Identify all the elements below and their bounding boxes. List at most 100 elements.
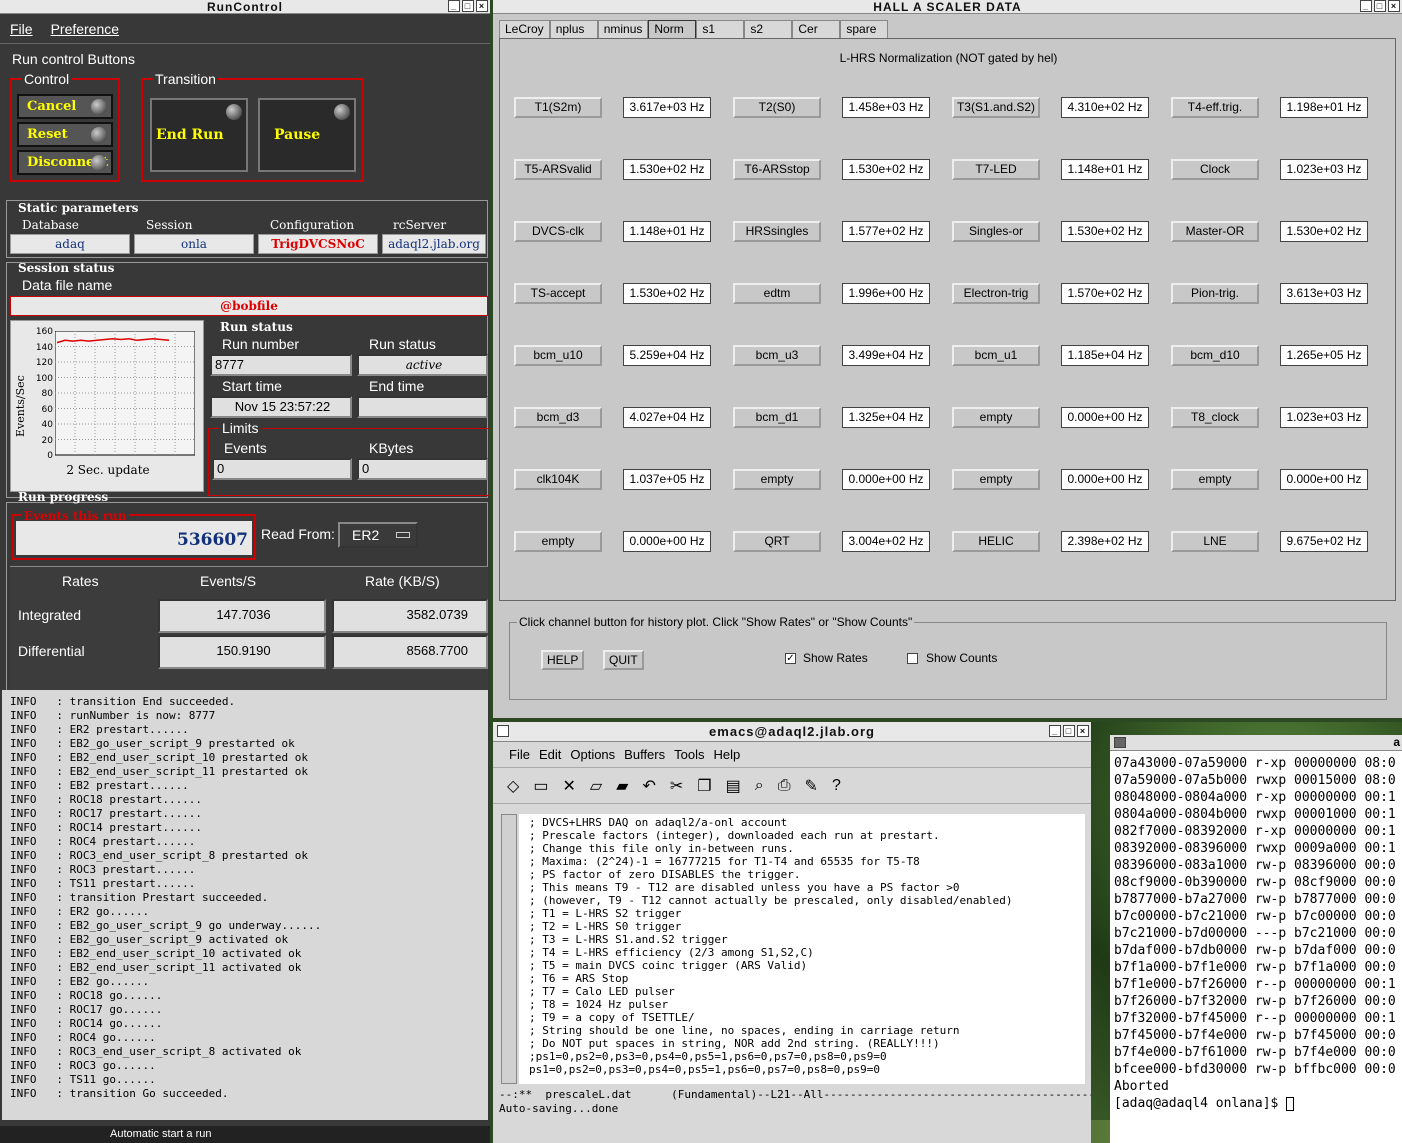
- events-limit-input[interactable]: 0: [212, 458, 352, 480]
- channel-value[interactable]: 1.037e+05 Hz: [623, 469, 711, 490]
- channel-button[interactable]: empty: [952, 407, 1040, 428]
- tab-lecroy[interactable]: LeCroy: [499, 20, 550, 38]
- channel-value[interactable]: 1.185e+04 Hz: [1061, 345, 1149, 366]
- channel-value[interactable]: 1.570e+02 Hz: [1061, 283, 1149, 304]
- show-counts-checkbox[interactable]: [907, 653, 918, 664]
- channel-value[interactable]: 0.000e+00 Hz: [842, 469, 930, 490]
- channel-button[interactable]: Master-OR: [1171, 221, 1259, 242]
- cut-icon[interactable]: ✂: [670, 776, 683, 796]
- emacs-titlebar[interactable]: emacs@adaql2.jlab.org _ □ ×: [493, 722, 1091, 742]
- channel-value[interactable]: 1.530e+02 Hz: [842, 159, 930, 180]
- minimize-icon[interactable]: _: [1049, 725, 1061, 737]
- xterm-titlebar[interactable]: a: [1110, 735, 1402, 751]
- emacs-buffer-text[interactable]: ; DVCS+LHRS DAQ on adaql2/a-onl account …: [519, 814, 1085, 1084]
- emacs-menu-help[interactable]: Help: [713, 747, 740, 762]
- channel-value[interactable]: 1.148e+01 Hz: [1061, 159, 1149, 180]
- save-as-icon[interactable]: ▰: [616, 776, 628, 796]
- preferences-icon[interactable]: ✎: [805, 776, 818, 796]
- tab-s2[interactable]: s2: [744, 20, 793, 38]
- search-icon[interactable]: ⌕: [755, 777, 764, 795]
- channel-button[interactable]: Clock: [1171, 159, 1259, 180]
- close-buffer-icon[interactable]: ✕: [562, 776, 575, 796]
- tab-nminus[interactable]: nminus: [597, 20, 649, 38]
- reset-button[interactable]: Reset: [17, 122, 113, 147]
- maximize-icon[interactable]: □: [1374, 0, 1386, 12]
- end-run-button[interactable]: End Run: [150, 98, 248, 172]
- emacs-menu-buffers[interactable]: Buffers: [624, 747, 665, 762]
- channel-value[interactable]: 1.148e+01 Hz: [623, 221, 711, 242]
- channel-value[interactable]: 1.265e+05 Hz: [1280, 345, 1368, 366]
- channel-value[interactable]: 3.613e+03 Hz: [1280, 283, 1368, 304]
- open-folder-icon[interactable]: ▭: [533, 776, 548, 796]
- channel-button[interactable]: bcm_u10: [514, 345, 602, 366]
- channel-value[interactable]: 1.458e+03 Hz: [842, 97, 930, 118]
- channel-button[interactable]: Singles-or: [952, 221, 1040, 242]
- channel-button[interactable]: Electron-trig: [952, 283, 1040, 304]
- close-icon[interactable]: ×: [476, 0, 488, 12]
- channel-value[interactable]: 0.000e+00 Hz: [1061, 469, 1149, 490]
- help-icon[interactable]: ?: [832, 777, 841, 795]
- channel-button[interactable]: HRSsingles: [733, 221, 821, 242]
- channel-value[interactable]: 4.310e+02 Hz: [1061, 97, 1149, 118]
- channel-value[interactable]: 1.577e+02 Hz: [842, 221, 930, 242]
- channel-button[interactable]: T7-LED: [952, 159, 1040, 180]
- channel-button[interactable]: T4-eff.trig.: [1171, 97, 1259, 118]
- minimize-icon[interactable]: _: [1360, 0, 1372, 12]
- channel-button[interactable]: HELIC: [952, 531, 1040, 552]
- channel-button[interactable]: empty: [514, 531, 602, 552]
- save-icon[interactable]: ▱: [590, 776, 602, 796]
- tab-s1[interactable]: s1: [696, 20, 745, 38]
- channel-value[interactable]: 4.027e+04 Hz: [623, 407, 711, 428]
- help-button[interactable]: HELP: [541, 650, 585, 670]
- close-icon[interactable]: ×: [1077, 725, 1089, 737]
- channel-button[interactable]: edtm: [733, 283, 821, 304]
- tab-spare[interactable]: spare: [840, 20, 889, 38]
- channel-button[interactable]: empty: [952, 469, 1040, 490]
- cancel-button[interactable]: Cancel: [17, 94, 113, 119]
- menu-file[interactable]: File: [10, 21, 33, 37]
- channel-value[interactable]: 1.530e+02 Hz: [623, 283, 711, 304]
- channel-value[interactable]: 3.617e+03 Hz: [623, 97, 711, 118]
- channel-value[interactable]: 1.198e+01 Hz: [1280, 97, 1368, 118]
- channel-value[interactable]: 0.000e+00 Hz: [1280, 469, 1368, 490]
- channel-value[interactable]: 1.530e+02 Hz: [1061, 221, 1149, 242]
- emacs-menu-options[interactable]: Options: [570, 747, 615, 762]
- tab-cer[interactable]: Cer: [792, 20, 841, 38]
- channel-button[interactable]: LNE: [1171, 531, 1259, 552]
- channel-value[interactable]: 3.499e+04 Hz: [842, 345, 930, 366]
- copy-icon[interactable]: ❐: [697, 776, 711, 796]
- emacs-menu-tools[interactable]: Tools: [674, 747, 704, 762]
- channel-button[interactable]: QRT: [733, 531, 821, 552]
- new-file-icon[interactable]: ◇: [507, 776, 519, 796]
- channel-button[interactable]: TS-accept: [514, 283, 602, 304]
- quit-button[interactable]: QUIT: [603, 650, 644, 670]
- undo-icon[interactable]: ↶: [642, 776, 655, 796]
- menu-preference[interactable]: Preference: [51, 21, 119, 37]
- channel-value[interactable]: 5.259e+04 Hz: [623, 345, 711, 366]
- channel-button[interactable]: T1(S2m): [514, 97, 602, 118]
- channel-button[interactable]: DVCS-clk: [514, 221, 602, 242]
- tab-nplus[interactable]: nplus: [549, 20, 598, 38]
- channel-value[interactable]: 0.000e+00 Hz: [1061, 407, 1149, 428]
- maximize-icon[interactable]: □: [1063, 725, 1075, 737]
- read-from-select[interactable]: ER2: [338, 522, 418, 548]
- channel-button[interactable]: bcm_d3: [514, 407, 602, 428]
- print-icon[interactable]: ⎙: [778, 777, 791, 795]
- channel-button[interactable]: T6-ARSstop: [733, 159, 821, 180]
- channel-button[interactable]: T2(S0): [733, 97, 821, 118]
- emacs-menu-edit[interactable]: Edit: [539, 747, 561, 762]
- xterm-output[interactable]: 07a43000-07a59000 r-xp 00000000 08:0 07a…: [1110, 751, 1402, 1116]
- channel-button[interactable]: empty: [1171, 469, 1259, 490]
- maximize-icon[interactable]: □: [462, 0, 474, 12]
- channel-button[interactable]: bcm_u3: [733, 345, 821, 366]
- channel-button[interactable]: bcm_d1: [733, 407, 821, 428]
- channel-value[interactable]: 1.023e+03 Hz: [1280, 407, 1368, 428]
- channel-value[interactable]: 3.004e+02 Hz: [842, 531, 930, 552]
- channel-value[interactable]: 0.000e+00 Hz: [623, 531, 711, 552]
- disconnect-button[interactable]: Disconnect: [17, 150, 113, 175]
- tab-norm[interactable]: Norm: [648, 20, 697, 38]
- scaler-titlebar[interactable]: HALL A SCALER DATA _ □ ×: [493, 0, 1402, 14]
- channel-value[interactable]: 1.530e+02 Hz: [1280, 221, 1368, 242]
- channel-value[interactable]: 1.530e+02 Hz: [623, 159, 711, 180]
- channel-value[interactable]: 1.325e+04 Hz: [842, 407, 930, 428]
